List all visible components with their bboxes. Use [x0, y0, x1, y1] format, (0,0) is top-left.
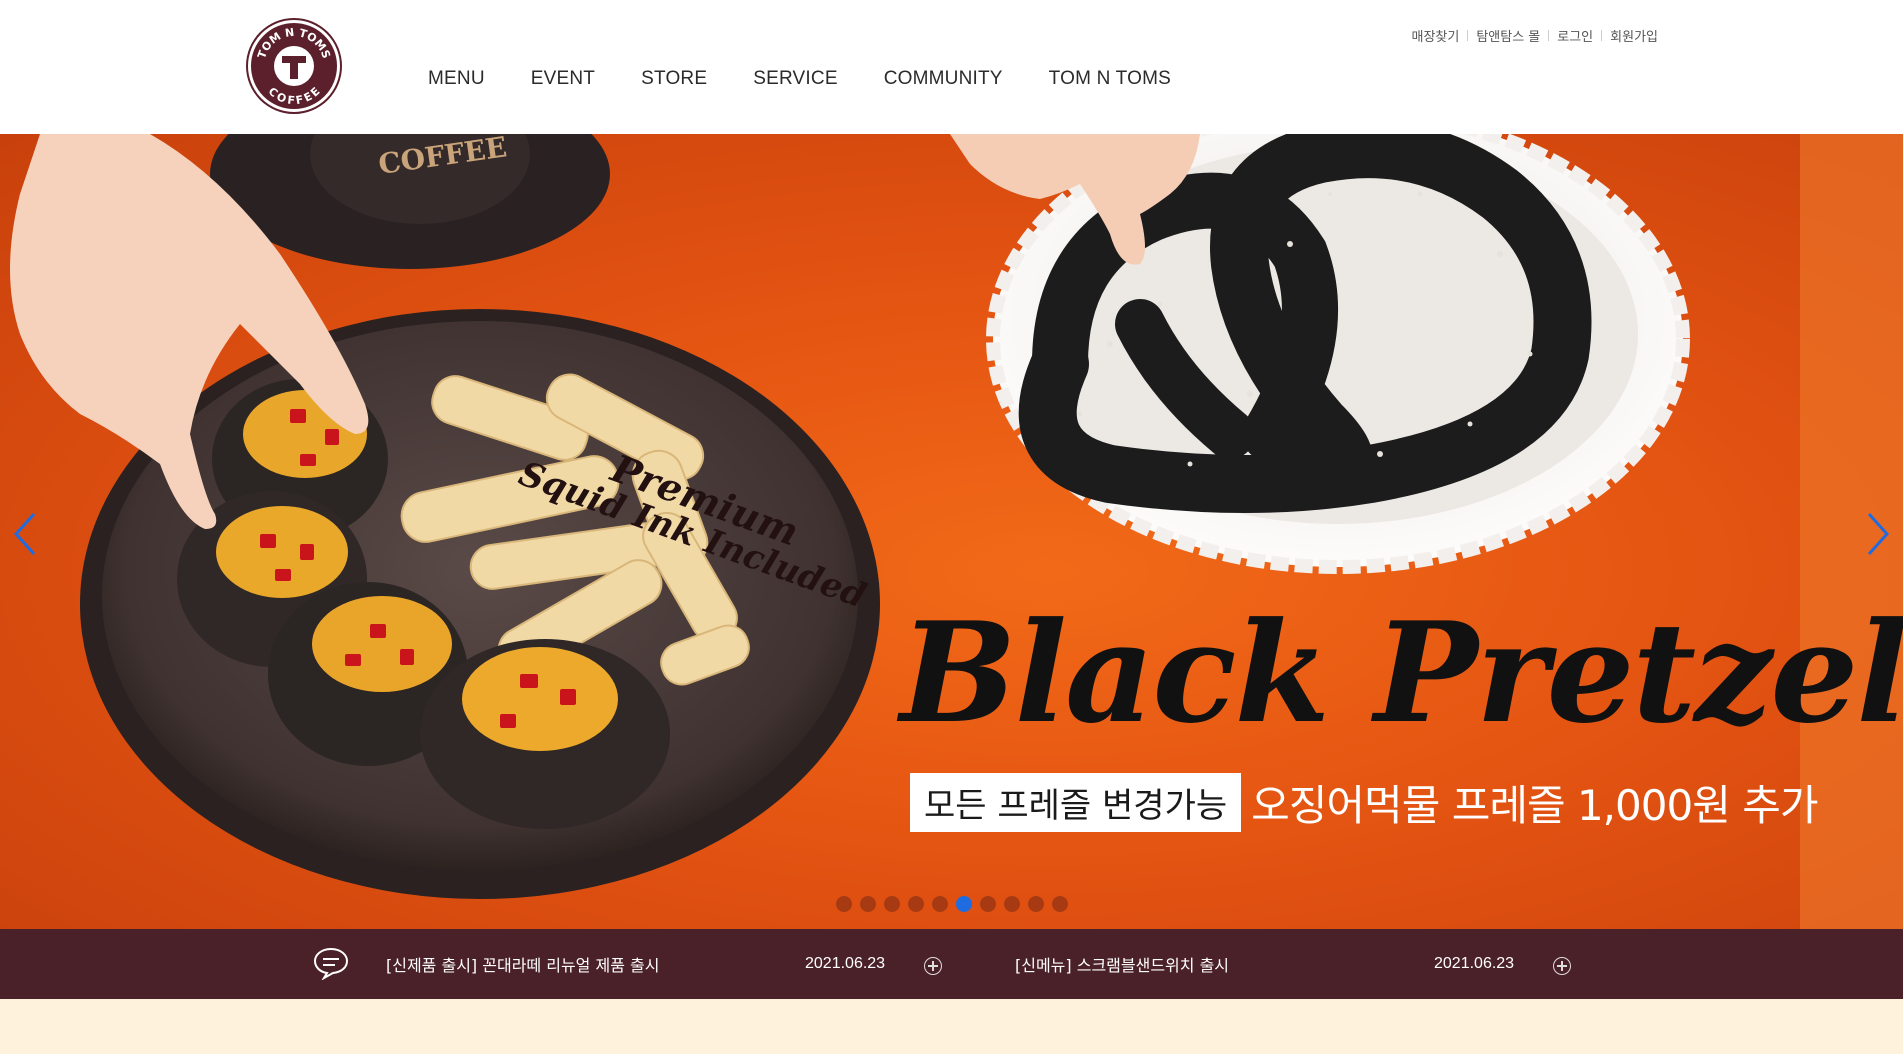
nav-store[interactable]: STORE — [641, 68, 707, 90]
store-finder-link[interactable]: 매장찾기 — [1411, 26, 1459, 45]
chevron-left-icon[interactable] — [6, 504, 46, 564]
chevron-right-icon[interactable] — [1857, 504, 1897, 564]
hero-slider: COFFEE Premium Squid Ink Included Black … — [0, 134, 1903, 929]
slider-dot[interactable] — [884, 896, 900, 912]
logo-text-bottom: COFFEE — [266, 85, 323, 107]
nav-service[interactable]: SERVICE — [753, 68, 837, 90]
slider-dot[interactable] — [860, 896, 876, 912]
hero-sub-text: 오징어먹물 프레즐 1,000원 추가 — [1251, 781, 1818, 830]
content-section-band — [0, 999, 1903, 1054]
slider-dot[interactable] — [956, 896, 972, 912]
brand-logo[interactable]: TOM N TOMS COFFEE — [248, 20, 340, 112]
nav-menu[interactable]: MENU — [428, 68, 485, 90]
notice-item[interactable]: [신메뉴] 스크램블샌드위치 출시 — [1015, 929, 1229, 999]
notice-date: 2021.06.23 — [1434, 955, 1515, 972]
slider-dot[interactable] — [932, 896, 948, 912]
slider-dot[interactable] — [836, 896, 852, 912]
notice-item[interactable]: [신제품 출시] 꼰대라떼 리뉴얼 제품 출시 — [386, 929, 659, 999]
nav-tom-n-toms[interactable]: TOM N TOMS — [1049, 68, 1171, 90]
speech-bubble-icon — [313, 947, 349, 980]
slider-dot[interactable] — [908, 896, 924, 912]
slider-dot[interactable] — [1004, 896, 1020, 912]
plus-circle-icon[interactable] — [924, 957, 942, 975]
notice-date: 2021.06.23 — [805, 955, 886, 972]
slider-pagination — [836, 896, 1068, 912]
plus-circle-icon[interactable] — [1553, 957, 1571, 975]
hero-sub-box: 모든 프레즐 변경가능 — [910, 773, 1242, 832]
hero-subcopy: 모든 프레즐 변경가능 오징어먹물 프레즐 1,000원 추가 — [910, 772, 1818, 833]
login-link[interactable]: 로그인 — [1557, 26, 1593, 45]
hero-headline: Black Pretzel — [900, 591, 1903, 754]
utility-nav: 매장찾기 탐앤탐스 몰 로그인 회원가입 — [1411, 26, 1658, 45]
slider-dot[interactable] — [980, 896, 996, 912]
notice-title[interactable]: [신메뉴] 스크램블샌드위치 출시 — [1015, 952, 1229, 976]
signup-link[interactable]: 회원가입 — [1610, 26, 1658, 45]
online-mall-link[interactable]: 탐앤탐스 몰 — [1476, 26, 1540, 45]
slider-dot[interactable] — [1028, 896, 1044, 912]
svg-text:COFFEE: COFFEE — [266, 85, 323, 107]
site-header: TOM N TOMS COFFEE MENU EVENT STORE SERVI… — [0, 0, 1903, 134]
notice-title[interactable]: [신제품 출시] 꼰대라떼 리뉴얼 제품 출시 — [386, 952, 659, 976]
notice-bar: [신제품 출시] 꼰대라떼 리뉴얼 제품 출시 2021.06.23 [신메뉴]… — [0, 929, 1903, 999]
divider — [1467, 30, 1469, 41]
nav-community[interactable]: COMMUNITY — [884, 68, 1003, 90]
logo-icon: TOM N TOMS COFFEE — [255, 26, 333, 107]
slider-dot[interactable] — [1052, 896, 1068, 912]
divider — [1548, 30, 1550, 41]
divider — [1601, 30, 1603, 41]
main-nav: MENU EVENT STORE SERVICE COMMUNITY TOM N… — [428, 68, 1217, 90]
nav-event[interactable]: EVENT — [531, 68, 595, 90]
